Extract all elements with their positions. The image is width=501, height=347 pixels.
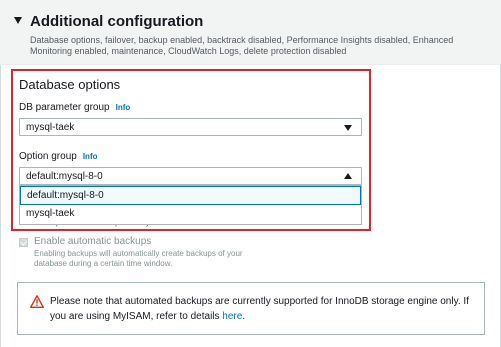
caret-up-icon: [344, 173, 352, 179]
dropdown-option[interactable]: mysql-taek: [20, 205, 361, 224]
option-group-label-text: Option group: [19, 151, 77, 162]
db-parameter-group-label-text: DB parameter group: [19, 102, 110, 113]
dropdown-option[interactable]: default:mysql-8-0: [20, 186, 361, 205]
option-group-dropdown: default:mysql-8-0 mysql-taek: [19, 185, 362, 225]
section-title[interactable]: Additional configuration: [30, 13, 203, 30]
alert-message: Please note that automated backups are c…: [50, 296, 469, 322]
db-parameter-group-info-link[interactable]: Info: [116, 103, 131, 112]
option-group-select[interactable]: default:mysql-8-0: [19, 167, 362, 185]
caret-down-icon[interactable]: [14, 17, 22, 24]
database-options-title: Database options: [19, 77, 121, 92]
section-description: Database options, failover, backup enabl…: [30, 35, 454, 56]
option-group-value: default:mysql-8-0: [26, 171, 103, 182]
section-header[interactable]: Additional configuration Database option…: [0, 0, 501, 65]
option-group-label: Option group Info: [19, 151, 98, 162]
db-parameter-group-select[interactable]: mysql-taek: [19, 118, 362, 136]
alert-suffix: .: [242, 311, 246, 322]
enable-backups-checkbox[interactable]: [19, 238, 28, 247]
warning-icon: [30, 295, 44, 308]
enable-backups-label: Enable automatic backups: [34, 236, 152, 247]
warning-alert: Please note that automated backups are c…: [17, 282, 485, 335]
caret-down-icon: [344, 125, 352, 131]
alert-here-link[interactable]: here: [222, 311, 242, 322]
db-parameter-group-value: mysql-taek: [26, 122, 75, 133]
db-parameter-group-label: DB parameter group Info: [19, 102, 130, 113]
option-group-info-link[interactable]: Info: [83, 152, 98, 161]
alert-text: Please note that automated backups are c…: [50, 294, 475, 324]
enable-backups-description: Enabling backups will automatically crea…: [34, 249, 243, 268]
